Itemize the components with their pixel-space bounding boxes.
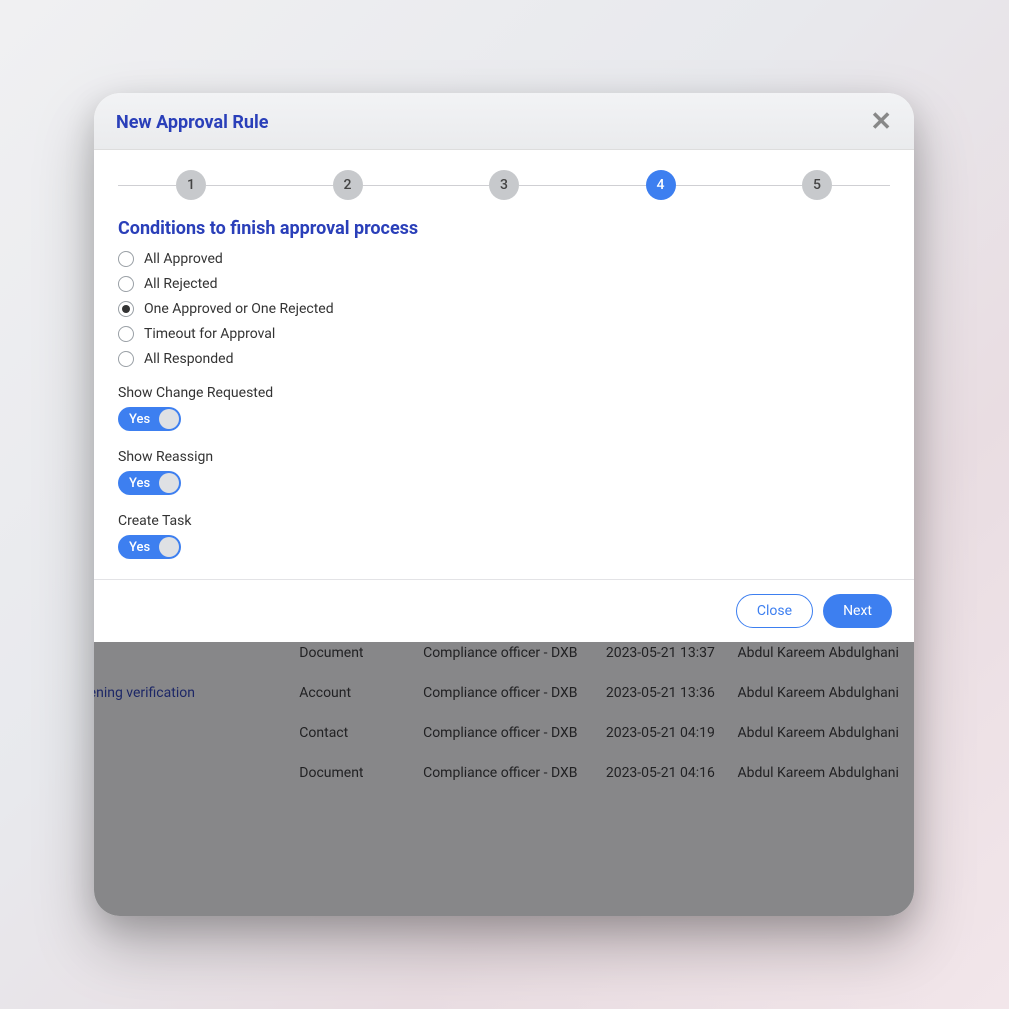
toggle-value: Yes <box>129 412 150 427</box>
radio-all-responded[interactable]: All Responded <box>118 351 890 367</box>
modal-title: New Approval Rule <box>116 112 268 133</box>
next-button[interactable]: Next <box>823 594 892 628</box>
toggle-label: Show Reassign <box>118 449 890 465</box>
radio-label: All Approved <box>144 251 223 267</box>
radio-icon <box>118 326 134 342</box>
radio-all-approved[interactable]: All Approved <box>118 251 890 267</box>
modal-footer: Close Next <box>94 579 914 642</box>
toggle-create-task: Create Task Yes <box>118 513 890 559</box>
toggle-switch[interactable]: Yes <box>118 471 181 495</box>
toggle-switch[interactable]: Yes <box>118 407 181 431</box>
modal-dialog: New Approval Rule ✕ 1 2 3 4 5 Conditions… <box>94 93 914 642</box>
toggle-show-reassign: Show Reassign Yes <box>118 449 890 495</box>
toggle-show-change-requested: Show Change Requested Yes <box>118 385 890 431</box>
radio-all-rejected[interactable]: All Rejected <box>118 276 890 292</box>
toggle-knob-icon <box>159 537 179 557</box>
toggle-knob-icon <box>159 409 179 429</box>
toggle-value: Yes <box>129 476 150 491</box>
toggle-label: Show Change Requested <box>118 385 890 401</box>
radio-one-approved-or-rejected[interactable]: One Approved or One Rejected <box>118 301 890 317</box>
toggle-switch[interactable]: Yes <box>118 535 181 559</box>
stepper: 1 2 3 4 5 <box>118 170 890 200</box>
radio-icon <box>118 351 134 367</box>
radio-icon <box>118 301 134 317</box>
radio-label: Timeout for Approval <box>144 326 275 342</box>
section-title: Conditions to finish approval process <box>118 218 890 239</box>
step-3[interactable]: 3 <box>489 170 519 200</box>
radio-timeout[interactable]: Timeout for Approval <box>118 326 890 342</box>
radio-icon <box>118 276 134 292</box>
toggle-value: Yes <box>129 540 150 555</box>
radio-label: All Responded <box>144 351 233 367</box>
app-window: Apps Contacts Accounts Portfolios Campai… <box>94 93 914 916</box>
radio-label: All Rejected <box>144 276 217 292</box>
step-4[interactable]: 4 <box>646 170 676 200</box>
radio-icon <box>118 251 134 267</box>
modal-header: New Approval Rule ✕ <box>94 93 914 150</box>
step-1[interactable]: 1 <box>176 170 206 200</box>
modal-body: 1 2 3 4 5 Conditions to finish approval … <box>94 150 914 579</box>
close-icon[interactable]: ✕ <box>870 109 892 135</box>
step-5[interactable]: 5 <box>802 170 832 200</box>
step-2[interactable]: 2 <box>333 170 363 200</box>
toggle-label: Create Task <box>118 513 890 529</box>
toggle-knob-icon <box>159 473 179 493</box>
radio-label: One Approved or One Rejected <box>144 301 334 317</box>
close-button[interactable]: Close <box>736 594 813 628</box>
